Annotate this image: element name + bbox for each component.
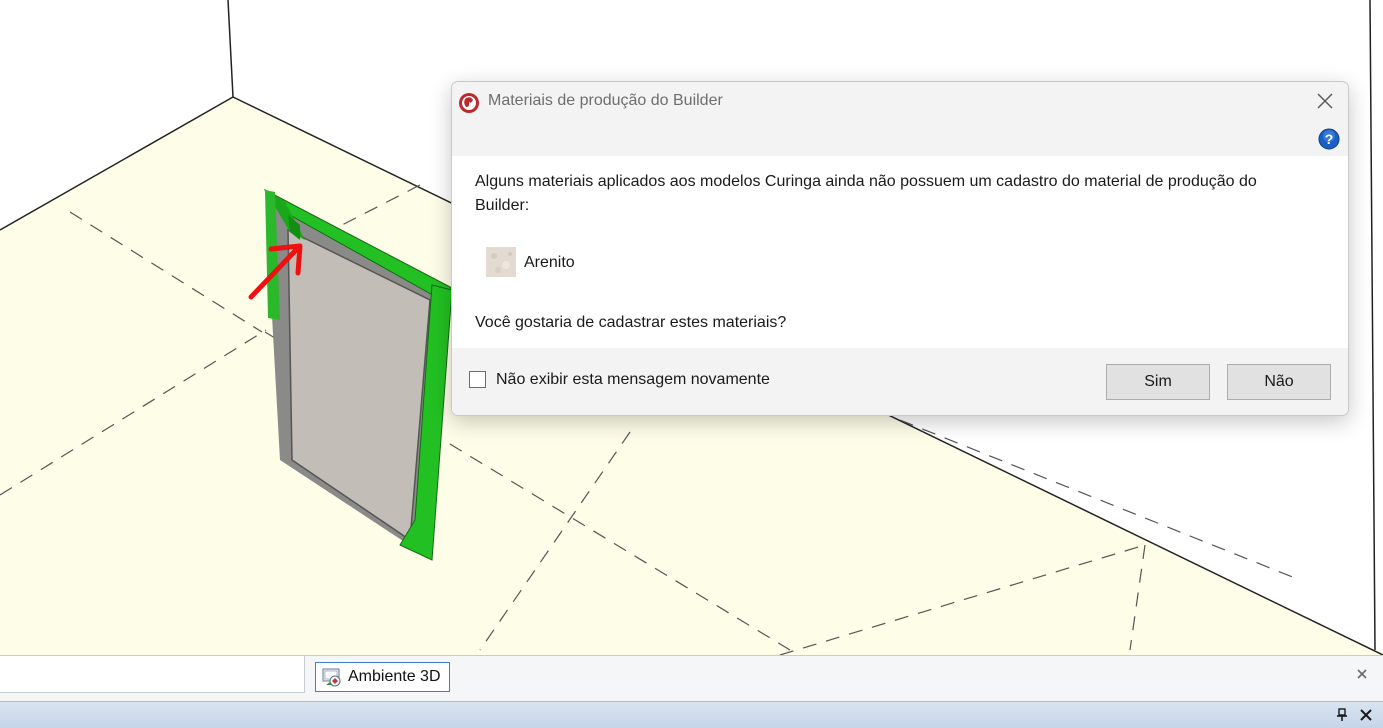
no-button[interactable]: Não (1227, 364, 1331, 400)
tab-strip-left-area (0, 656, 305, 693)
tab-close-icon[interactable] (1355, 667, 1369, 681)
dialog-body: Alguns materiais aplicados aos modelos C… (452, 156, 1348, 348)
dialog-title: Materiais de produção do Builder (488, 92, 723, 109)
dialog-footer: Não exibir esta mensagem novamente Sim N… (452, 348, 1348, 415)
panel-status-bar (0, 701, 1383, 728)
panel-close-icon[interactable] (1359, 708, 1373, 722)
help-strip: ? (452, 122, 1348, 156)
material-name: Arenito (524, 254, 575, 271)
help-icon[interactable]: ? (1318, 128, 1340, 150)
dialog-question: Você gostaria de cadastrar estes materia… (475, 314, 787, 331)
ambiente-3d-icon (322, 668, 341, 687)
checkbox-label[interactable]: Não exibir esta mensagem novamente (496, 371, 770, 389)
dialog-titlebar[interactable]: Materiais de produção do Builder (452, 82, 1348, 122)
material-swatch (486, 247, 516, 277)
tab-ambiente-3d[interactable]: Ambiente 3D (315, 662, 450, 692)
builder-materials-dialog: Materiais de produção do Builder ? Algun… (451, 81, 1349, 416)
svg-text:?: ? (1325, 131, 1334, 147)
dialog-message: Alguns materiais aplicados aos modelos C… (475, 173, 1257, 214)
pin-icon[interactable] (1335, 708, 1349, 722)
document-tab-strip: Ambiente 3D (0, 655, 1383, 702)
close-icon[interactable] (1312, 88, 1338, 114)
tab-label: Ambiente 3D (348, 668, 441, 685)
yes-button[interactable]: Sim (1106, 364, 1210, 400)
builder-app-icon (459, 93, 479, 113)
checkbox-box[interactable] (469, 371, 486, 388)
